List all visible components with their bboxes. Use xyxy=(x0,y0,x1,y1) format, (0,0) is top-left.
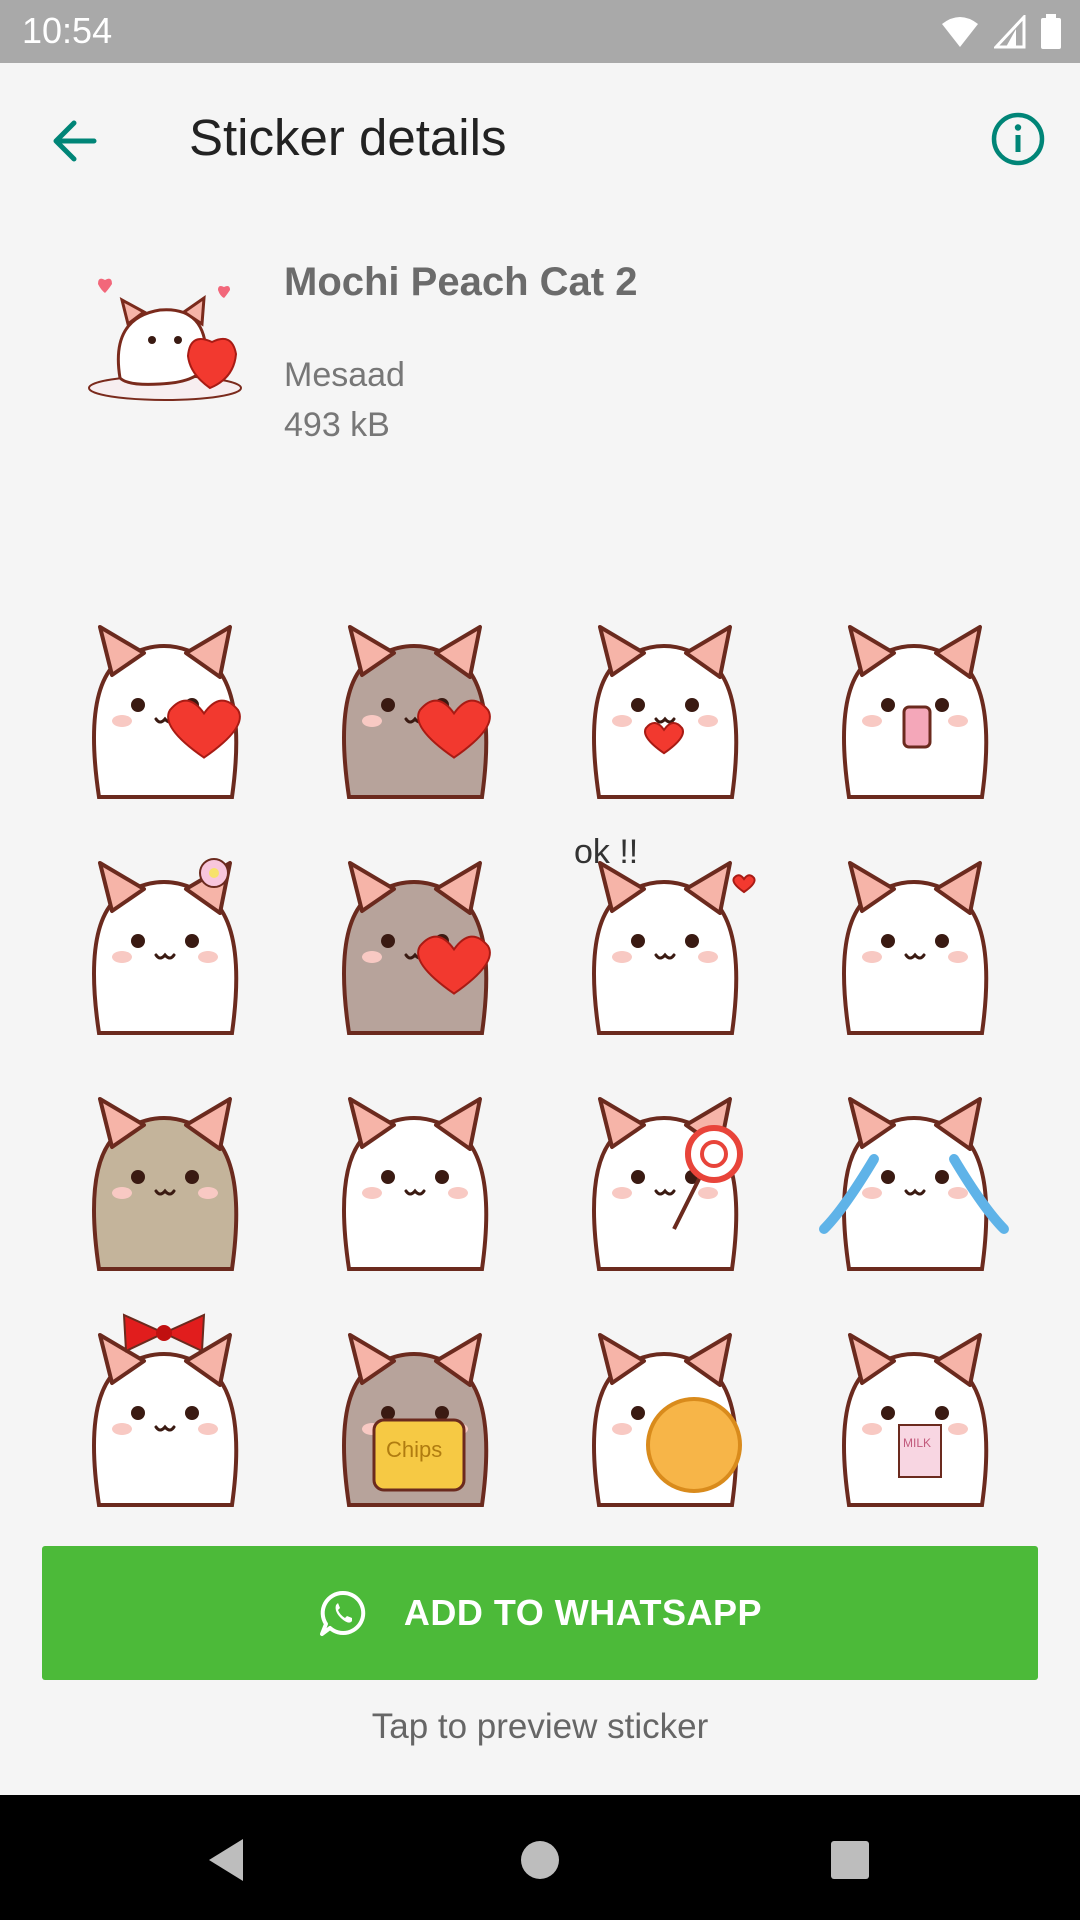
triangle-back-icon xyxy=(209,1839,243,1881)
add-to-whatsapp-button[interactable]: ADD TO WHATSAPP xyxy=(42,1546,1038,1680)
sticker-item[interactable] xyxy=(790,580,1040,816)
sticker-image xyxy=(819,1097,1009,1271)
pack-header: Mochi Peach Cat 2 Mesaad 493 kB xyxy=(0,220,1080,480)
sticker-item[interactable] xyxy=(290,580,540,816)
sticker-image xyxy=(842,625,989,799)
sticker-item[interactable] xyxy=(290,1052,540,1288)
app-bar: Sticker details xyxy=(0,63,1080,211)
sticker-image xyxy=(592,625,739,799)
nav-home-button[interactable] xyxy=(505,1825,575,1895)
status-time: 10:54 xyxy=(22,10,113,51)
sticker-image xyxy=(304,1531,526,1540)
sticker-grid: ok !! Chips MILK xyxy=(40,580,1040,1540)
sticker-text: ok !! xyxy=(574,833,638,871)
status-icons xyxy=(940,14,1062,50)
navigation-bar xyxy=(0,1795,1080,1920)
whatsapp-icon xyxy=(319,1590,366,1636)
sticker-image xyxy=(92,1097,239,1271)
sticker-image xyxy=(92,625,241,799)
sticker-image xyxy=(592,1333,742,1507)
sticker-text: MILK xyxy=(903,1436,931,1450)
sticker-item[interactable] xyxy=(290,816,540,1052)
pack-name: Mochi Peach Cat 2 xyxy=(284,260,638,304)
sticker-item[interactable] xyxy=(40,1524,290,1540)
sticker-item[interactable] xyxy=(40,580,290,816)
sticker-image xyxy=(92,858,239,1035)
signal-icon xyxy=(994,15,1026,49)
sticker-item[interactable] xyxy=(40,1052,290,1288)
sticker-image: MILK xyxy=(842,1333,989,1507)
sticker-item[interactable] xyxy=(790,816,1040,1052)
nav-recents-button[interactable] xyxy=(815,1825,885,1895)
sticker-item[interactable]: MILK xyxy=(790,1288,1040,1524)
sticker-text: Chips xyxy=(386,1437,442,1462)
sticker-item[interactable] xyxy=(540,1288,790,1524)
circle-home-icon xyxy=(521,1841,559,1879)
sticker-item[interactable] xyxy=(40,1288,290,1524)
sticker-item[interactable] xyxy=(790,1524,1040,1540)
tray-icon xyxy=(88,278,242,401)
pack-size: 493 kB xyxy=(284,406,390,444)
sticker-image xyxy=(592,1097,743,1271)
page-title: Sticker details xyxy=(189,109,507,166)
sticker-item[interactable] xyxy=(540,1052,790,1288)
sticker-item[interactable]: ok !! xyxy=(540,816,790,1052)
sticker-image xyxy=(92,1313,239,1507)
preview-hint: Tap to preview sticker xyxy=(371,1707,709,1746)
info-button[interactable] xyxy=(982,103,1054,175)
battery-icon xyxy=(1041,14,1061,49)
add-button-label: ADD TO WHATSAPP xyxy=(403,1592,763,1633)
sticker-image xyxy=(804,1531,1026,1540)
sticker-image xyxy=(54,1531,276,1540)
sticker-image: Chips xyxy=(342,1333,489,1507)
status-bar: 10:54 xyxy=(0,0,1080,63)
sticker-item[interactable] xyxy=(290,1524,540,1540)
sticker-image xyxy=(842,861,989,1035)
sticker-item[interactable] xyxy=(40,816,290,1052)
sticker-image: ok !! xyxy=(574,833,756,1035)
wifi-icon xyxy=(942,17,978,47)
sticker-item[interactable] xyxy=(540,580,790,816)
arrow-left-icon xyxy=(53,120,97,162)
sticker-item[interactable] xyxy=(540,1524,790,1540)
sticker-item[interactable] xyxy=(790,1052,1040,1288)
pack-publisher: Mesaad xyxy=(284,356,405,394)
sticker-image xyxy=(554,1531,776,1540)
square-recents-icon xyxy=(831,1841,869,1879)
sticker-item[interactable]: Chips xyxy=(290,1288,540,1524)
sticker-image xyxy=(342,1097,489,1271)
back-button[interactable] xyxy=(38,105,110,177)
nav-back-button[interactable] xyxy=(190,1825,260,1895)
sticker-image xyxy=(342,625,491,799)
sticker-image xyxy=(342,861,491,1035)
info-icon xyxy=(991,112,1045,166)
